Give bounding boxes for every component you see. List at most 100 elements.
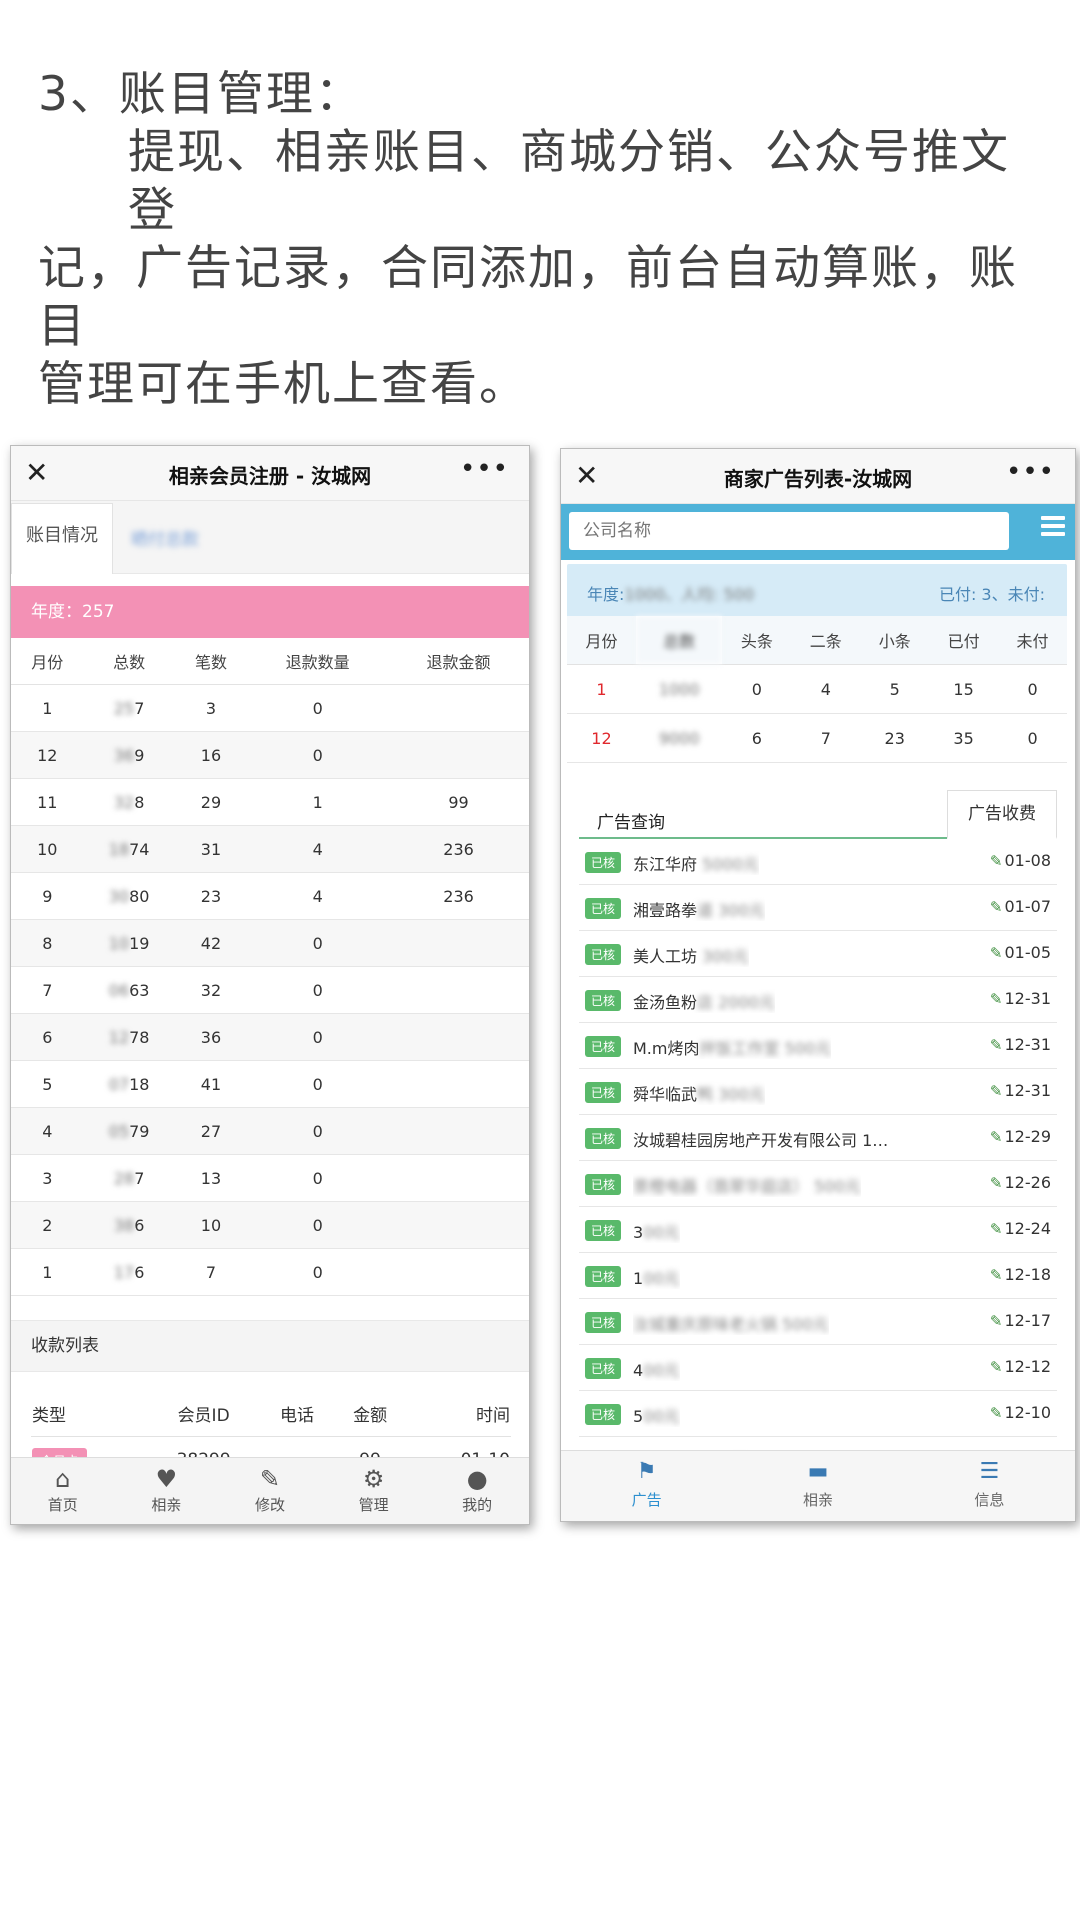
tab-account-status[interactable]: 账目情况 <box>11 503 113 574</box>
refund-qty-cell: 4 <box>247 872 389 920</box>
more-icon[interactable]: ••• <box>460 454 509 484</box>
summary-paid: 已付: 3、未付: <box>938 585 1045 604</box>
total-cell: 386 <box>83 1201 175 1249</box>
tab-ad-fee[interactable]: 广告收费 <box>947 790 1057 839</box>
total-hidden: 32 <box>113 792 135 812</box>
ad-date-text: 12-31 <box>1004 1081 1052 1100</box>
ad-list-item[interactable]: 已核 100元 ✎ 12-18 <box>579 1253 1057 1299</box>
total-cell: 369 <box>83 731 175 779</box>
nav-item-3[interactable]: ⚙ 管理 <box>322 1458 426 1524</box>
more-icon[interactable]: ••• <box>1006 457 1055 487</box>
verified-badge: 已核 <box>585 1404 622 1425</box>
refund-amt-cell: 236 <box>388 825 529 873</box>
ad-name: 舜华临武鸭 300元 <box>633 1081 765 1105</box>
year-summary-bar: 年度：257 <box>11 586 529 638</box>
ad-name: 东江华府 5000元 <box>633 851 759 875</box>
ad-name: 美人工坊 300元 <box>633 943 749 967</box>
chat-icon: ▬ <box>807 1459 829 1484</box>
ad-list-item[interactable]: 已核 汝城重庆原味老火锅 500元 ✎ 12-17 <box>579 1299 1057 1345</box>
payments-title: 收款列表 <box>11 1320 529 1372</box>
ad-list-item[interactable]: 已核 景橙电器（翡翠华庭店） 500元 ✎ 12-26 <box>579 1161 1057 1207</box>
nav-item-0[interactable]: ⌂ 首页 <box>11 1458 115 1524</box>
ad-list-item[interactable]: 已核 舜华临武鸭 300元 ✎ 12-31 <box>579 1069 1057 1115</box>
paid-cell: 35 <box>929 713 999 763</box>
ad-name: 金汤鱼粉店 2000元 <box>633 989 775 1013</box>
count-cell: 32 <box>174 966 248 1014</box>
table-row: 6 1278 36 0 <box>11 1013 529 1061</box>
total-hidden: 30 <box>108 886 130 906</box>
nav-label: 首页 <box>47 1496 78 1514</box>
ad-date: ✎ 12-10 <box>990 1403 1051 1422</box>
nav-item-4[interactable]: ● 我的 <box>425 1458 529 1524</box>
nav-label: 信息 <box>974 1491 1005 1509</box>
month-cell: 12 <box>11 731 84 779</box>
nav-item-0[interactable]: ⚑ 广告 <box>561 1451 732 1521</box>
ad-list-item[interactable]: 已核 400元 ✎ 12-12 <box>579 1345 1057 1391</box>
nav-item-1[interactable]: ♥ 相亲 <box>115 1458 219 1524</box>
total-hidden: 36 <box>113 745 135 765</box>
ad-list-item[interactable]: 已核 汝城碧桂园房地产开发有限公司 1… ✎ 12-29 <box>579 1115 1057 1161</box>
total-hidden: 12 <box>108 1027 130 1047</box>
month-cell: 7 <box>11 966 84 1014</box>
total-hidden: 06 <box>108 980 130 1000</box>
ad-name: 汝城重庆原味老火锅 500元 <box>633 1311 829 1335</box>
ad-date-text: 12-18 <box>1004 1265 1052 1284</box>
ad-list-item[interactable]: 已核 300元 ✎ 12-24 <box>579 1207 1057 1253</box>
ad-list-item[interactable]: 已核 美人工坊 300元 ✎ 01-05 <box>579 931 1057 977</box>
ad-date-text: 12-26 <box>1004 1173 1052 1192</box>
ad-date: ✎ 12-24 <box>990 1219 1051 1238</box>
nav-item-2[interactable]: ☰ 信息 <box>904 1451 1075 1521</box>
ad-name-text: 汝城碧桂园房地产开发有限公司 1… <box>633 1131 889 1150</box>
column-header: 头条 <box>722 616 792 665</box>
ad-name-hidden: 鸭 300元 <box>697 1085 765 1104</box>
ad-date-text: 12-29 <box>1004 1127 1052 1146</box>
total-cell: 1000 <box>635 664 723 714</box>
ad-list-item[interactable]: 已核 东江华府 5000元 ✎ 01-08 <box>579 839 1057 885</box>
refund-amt-cell <box>388 1060 529 1108</box>
total-hidden: 18 <box>108 839 130 859</box>
verified-badge: 已核 <box>585 898 622 919</box>
ad-list-item[interactable]: 已核 M.m烤肉拌饭工作室 500元 ✎ 12-31 <box>579 1023 1057 1069</box>
pin-icon: ✎ <box>989 1404 1003 1422</box>
ad-list-item[interactable]: 已核 500元 ✎ 12-10 <box>579 1391 1057 1437</box>
total-tail: 74 <box>129 839 150 859</box>
refund-qty-cell: 0 <box>247 919 389 967</box>
tab-other[interactable]: 晒付总款 <box>131 525 199 550</box>
verified-badge: 已核 <box>585 1036 622 1057</box>
edit-icon: ✎ <box>259 1465 281 1493</box>
ad-list-item[interactable]: 已核 金汤鱼粉店 2000元 ✎ 12-31 <box>579 977 1057 1023</box>
refund-qty-cell: 0 <box>247 1248 389 1296</box>
verified-badge: 已核 <box>585 1128 622 1149</box>
headline-line-1: 3、账目管理： <box>38 67 364 122</box>
ad-list-item[interactable]: 已核 湘壹路拳道 300元 ✎ 01-07 <box>579 885 1057 931</box>
month-cell: 5 <box>11 1060 84 1108</box>
top-cell: 0 <box>722 664 792 714</box>
month-cell: 12 <box>567 713 636 763</box>
company-search-input[interactable] <box>569 512 1009 550</box>
ad-name-hidden: 00元 <box>643 1223 680 1242</box>
total-cell: 1874 <box>83 825 175 873</box>
tab-ad-query[interactable]: 广告查询 <box>597 808 665 833</box>
ad-name: M.m烤肉拌饭工作室 500元 <box>633 1035 831 1059</box>
total-cell: 328 <box>83 778 175 826</box>
refund-qty-cell: 0 <box>247 1201 389 1249</box>
table-row: 11 328 29 1 99 <box>11 778 529 826</box>
summary-year: 年度:1000、人均: 500 <box>587 585 755 604</box>
nav-item-1[interactable]: ▬ 相亲 <box>732 1451 903 1521</box>
count-cell: 42 <box>174 919 248 967</box>
ad-name-text: 舜华临武 <box>633 1085 698 1104</box>
ad-date: ✎ 01-07 <box>990 897 1051 916</box>
table-row: 1 257 3 0 <box>11 684 529 732</box>
refund-qty-cell: 0 <box>247 1107 389 1155</box>
unpaid-cell: 0 <box>998 713 1067 763</box>
menu-icon[interactable] <box>1041 516 1065 536</box>
nav-item-2[interactable]: ✎ 修改 <box>218 1458 322 1524</box>
nav-label: 相亲 <box>151 1496 182 1514</box>
table-row: 10 1874 31 4 236 <box>11 825 529 873</box>
count-cell: 7 <box>174 1248 248 1296</box>
table-row: 2 386 10 0 <box>11 1201 529 1249</box>
page-title: 商家广告列表-汝城网 <box>723 467 913 491</box>
month-cell: 1 <box>11 1248 84 1296</box>
nav-label: 广告 <box>631 1491 662 1509</box>
ad-name-hidden: 00元 <box>643 1361 680 1380</box>
